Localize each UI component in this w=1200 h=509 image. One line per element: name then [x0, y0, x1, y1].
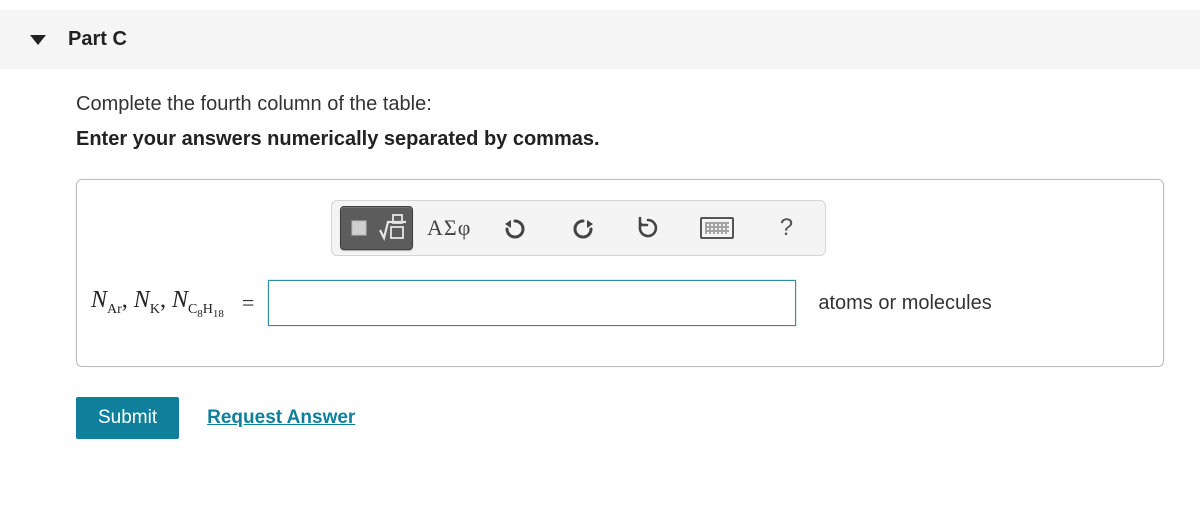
prompt-line-1: Complete the fourth column of the table: [76, 93, 1200, 116]
answer-input[interactable] [268, 280, 796, 326]
request-answer-link[interactable]: Request Answer [207, 407, 355, 429]
redo-icon [569, 217, 595, 239]
blank-template-icon [345, 210, 375, 246]
template-button-group[interactable] [340, 206, 413, 250]
equals-sign: = [242, 290, 254, 316]
part-title: Part C [68, 28, 127, 51]
reset-icon [636, 216, 660, 240]
reset-button[interactable] [617, 207, 679, 249]
submit-button[interactable]: Submit [76, 397, 179, 439]
unit-label: atoms or molecules [818, 292, 991, 315]
caret-down-icon [30, 35, 46, 45]
action-row: Submit Request Answer [76, 397, 1200, 439]
keyboard-icon [700, 217, 734, 239]
undo-icon [503, 217, 529, 239]
keyboard-button[interactable] [683, 207, 751, 249]
fraction-radical-icon [378, 210, 408, 246]
redo-button[interactable] [551, 207, 613, 249]
undo-button[interactable] [485, 207, 547, 249]
greek-symbols-button[interactable]: ΑΣφ [417, 207, 481, 249]
prompt-line-2: Enter your answers numerically separated… [76, 128, 1200, 151]
variable-label: NAr, NK, NC8H18 [91, 287, 224, 320]
part-header[interactable]: Part C [0, 10, 1200, 69]
equation-toolbar: ΑΣφ [331, 200, 826, 256]
answer-panel: ΑΣφ [76, 179, 1164, 367]
help-button[interactable]: ? [755, 207, 817, 249]
answer-row: NAr, NK, NC8H18 = atoms or molecules [77, 280, 1163, 326]
